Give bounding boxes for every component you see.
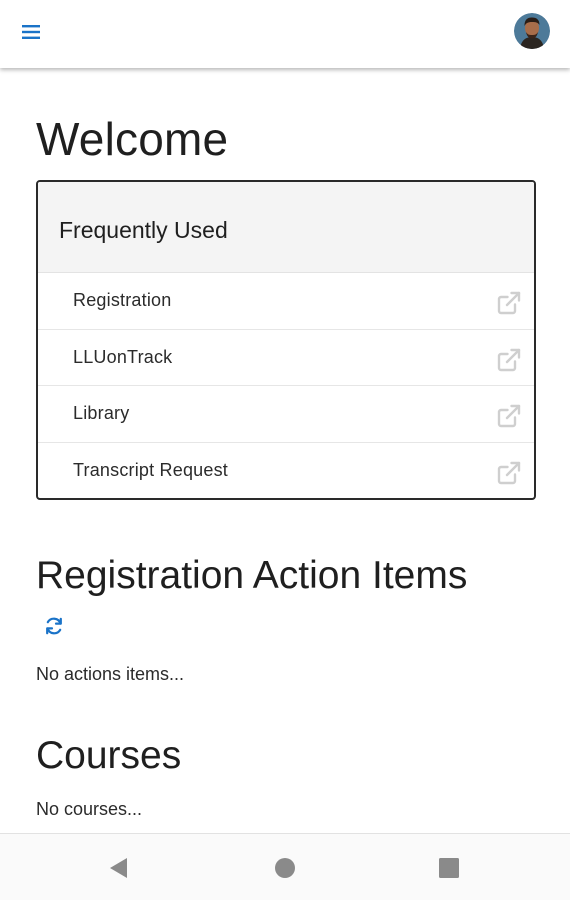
- page-title: Welcome: [36, 113, 229, 165]
- refresh-icon[interactable]: [43, 615, 65, 637]
- main-content: Welcome Frequently Used Registration LLU…: [0, 68, 570, 833]
- card-title: Frequently Used: [59, 216, 228, 243]
- frequently-used-card: Frequently Used Registration LLUonTrack: [36, 180, 536, 500]
- external-link-icon: [496, 290, 522, 316]
- external-link-icon: [496, 460, 522, 486]
- link-label: Transcript Request: [73, 460, 228, 481]
- hamburger-menu-icon[interactable]: [18, 20, 44, 44]
- link-lluontrack[interactable]: LLUonTrack: [38, 330, 534, 386]
- no-courses-text: No courses...: [36, 799, 143, 819]
- link-label: LLUonTrack: [73, 346, 173, 367]
- recent-apps-square-icon[interactable]: [436, 855, 462, 881]
- external-link-icon: [496, 347, 522, 373]
- back-triangle-icon[interactable]: [106, 855, 132, 881]
- link-transcript-request[interactable]: Transcript Request: [38, 443, 534, 499]
- home-circle-icon[interactable]: [272, 855, 298, 881]
- link-registration[interactable]: Registration: [38, 273, 534, 330]
- link-label: Registration: [73, 290, 172, 311]
- user-avatar[interactable]: [514, 13, 550, 49]
- registration-action-items-heading: Registration Action Items: [36, 554, 468, 597]
- card-header: Frequently Used: [38, 182, 534, 273]
- top-app-bar: [0, 0, 570, 68]
- no-actions-text: No actions items...: [36, 664, 185, 684]
- link-library[interactable]: Library: [38, 386, 534, 443]
- courses-heading: Courses: [36, 734, 182, 777]
- external-link-icon: [496, 403, 522, 429]
- app-screen: Welcome Frequently Used Registration LLU…: [0, 0, 570, 900]
- system-navigation-bar: [0, 833, 570, 900]
- link-label: Library: [73, 403, 130, 424]
